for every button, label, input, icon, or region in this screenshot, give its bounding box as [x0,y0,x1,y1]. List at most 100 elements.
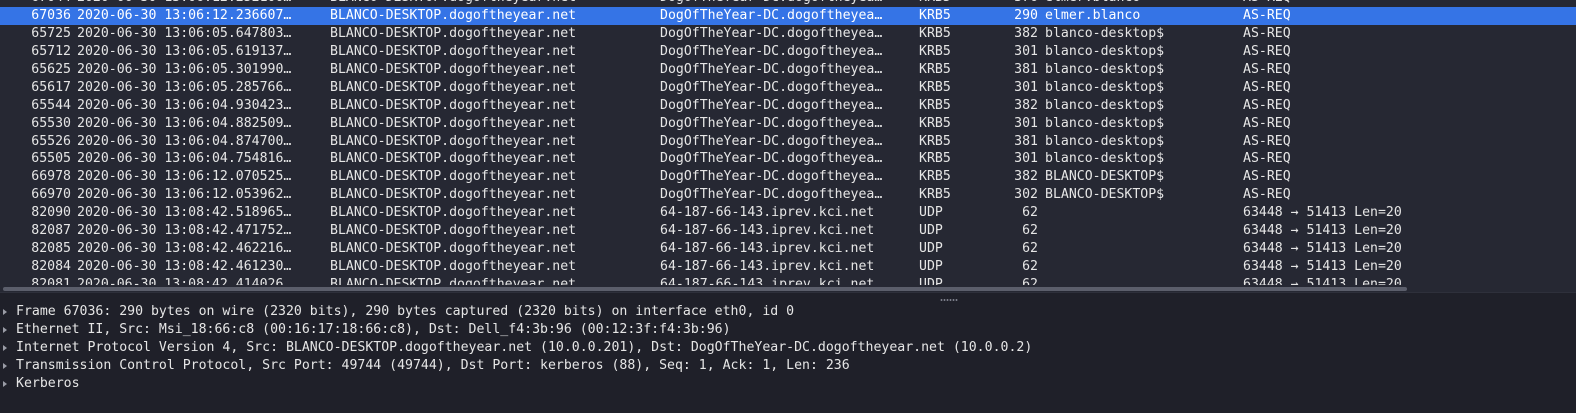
packet-number: 65617 [31,79,71,95]
detail-tree-label: Kerberos [16,376,80,391]
packet-source: BLANCO-DESKTOP.dogoftheyear.net [330,241,577,257]
packet-destination: DogOfTheYear-DC.dogoftheyea… [660,151,883,167]
chevron-right-icon[interactable] [3,345,7,351]
packet-username: blanco-desktop$ [1045,25,1165,41]
packet-destination: DogOfTheYear-DC.dogoftheyea… [660,115,883,131]
packet-username: blanco-desktop$ [1045,133,1165,149]
packet-destination: DogOfTheYear-DC.dogoftheyea… [660,187,883,203]
packet-number: 65526 [31,133,71,149]
packet-row[interactable]: 66970 2020-06-30 13:06:12.053962… BLANCO-D… [0,186,1576,204]
packet-time: 2020-06-30 13:08:42.461230… [77,259,292,275]
chevron-right-icon[interactable] [3,309,7,315]
packet-number: 65530 [31,115,71,131]
packet-number: 67044 [0,0,71,7]
detail-tree-item[interactable]: Transmission Control Protocol, Src Port:… [0,357,1576,375]
packet-source: BLANCO-DESKTOP.dogoftheyear.net [330,133,577,149]
chevron-right-icon[interactable] [3,381,7,387]
packet-details[interactable]: Frame 67036: 290 bytes on wire (2320 bit… [0,303,1576,413]
packet-row[interactable]: 82087 2020-06-30 13:08:42.471752… BLANCO-D… [0,222,1576,240]
packet-destination: 64-187-66-143.iprev.kci.net [660,241,875,257]
splitter-grip-icon[interactable] [940,299,958,301]
packet-time: 2020-06-30 13:06:04.930423… [77,97,292,113]
packet-row[interactable]: 65625 2020-06-30 13:06:05.301990… BLANCO-D… [0,61,1576,79]
packet-length: 62 [1022,223,1038,239]
packet-source: BLANCO-DESKTOP.dogoftheyear.net [330,169,577,185]
packet-destination: 64-187-66-143.iprev.kci.net [660,223,875,239]
packet-number: 65725 [31,25,71,41]
packet-destination: 64-187-66-143.iprev.kci.net [660,259,875,275]
packet-source: BLANCO-DESKTOP.dogoftheyear.net [330,115,577,131]
packet-row[interactable]: 66978 2020-06-30 13:06:12.070525… BLANCO-D… [0,168,1576,186]
packet-source: BLANCO-DESKTOP.dogoftheyear.net [330,259,577,275]
packet-username: BLANCO-DESKTOP$ [1045,187,1165,203]
detail-tree-item[interactable]: Internet Protocol Version 4, Src: BLANCO… [0,339,1576,357]
packet-number: 82084 [31,259,71,275]
packet-row[interactable]: 82090 2020-06-30 13:08:42.518965… BLANCO-D… [0,204,1576,222]
packet-time: 2020-06-30 13:08:42.518965… [77,205,292,221]
scrollbar-thumb[interactable] [3,287,1407,291]
packet-length: 62 [1022,259,1038,275]
packet-length: 301 [1014,43,1038,59]
packet-info: 63448 → 51413 Len=20 [1243,223,1402,239]
packet-source: BLANCO-DESKTOP.dogoftheyear.net [330,223,577,239]
packet-row[interactable]: 65617 2020-06-30 13:06:05.285766… BLANCO-D… [0,79,1576,97]
packet-length: 382 [1014,97,1038,113]
packet-username: blanco-desktop$ [1045,61,1165,77]
packet-info: AS-REQ [1243,7,1291,23]
horizontal-scrollbar[interactable] [0,285,1576,292]
packet-list[interactable]: 67044 2020-06-30 13:06:12.252100… BLANCO-D… [0,0,1576,292]
chevron-right-icon[interactable] [3,363,7,369]
packet-number: 66970 [31,187,71,203]
packet-time: 2020-06-30 13:06:05.301990… [77,61,292,77]
packet-source: BLANCO-DESKTOP.dogoftheyear.net [330,205,577,221]
packet-info: AS-REQ [1243,79,1291,95]
packet-row[interactable]: 65526 2020-06-30 13:06:04.874700… BLANCO-D… [0,133,1576,151]
detail-tree-item[interactable]: Kerberos [0,375,1576,393]
packet-time: 2020-06-30 13:06:04.874700… [77,133,292,149]
packet-destination: DogOfTheYear-DC.dogoftheyea… [660,7,883,23]
packet-time: 2020-06-30 13:06:12.236607… [77,7,292,23]
packet-destination: DogOfTheYear-DC.dogoftheyea… [660,79,883,95]
packet-row[interactable]: 65530 2020-06-30 13:06:04.882509… BLANCO-D… [0,115,1576,133]
packet-destination: DogOfTheYear-DC.dogoftheyea… [660,25,883,41]
packet-length: 382 [1014,25,1038,41]
pane-splitter[interactable] [0,292,1576,303]
packet-destination: DogOfTheYear-DC.dogoftheyea… [660,61,883,77]
detail-tree-label: Ethernet II, Src: Msi_18:66:c8 (00:16:17… [16,322,731,337]
packet-row[interactable]: 65712 2020-06-30 13:06:05.619137… BLANCO-D… [0,43,1576,61]
packet-time: 2020-06-30 13:06:04.754816… [77,151,292,167]
packet-source: BLANCO-DESKTOP.dogoftheyear.net [330,25,577,41]
detail-tree-label: Frame 67036: 290 bytes on wire (2320 bit… [16,304,795,319]
packet-destination: DogOfTheYear-DC.dogoftheyea… [660,133,883,149]
packet-number: 82085 [31,241,71,257]
packet-length: 62 [1022,205,1038,221]
packet-number: 65625 [31,61,71,77]
packet-time: 2020-06-30 13:08:42.462216… [77,241,292,257]
packet-row[interactable]: 65505 2020-06-30 13:06:04.754816… BLANCO-D… [0,150,1576,168]
packet-row[interactable]: 67044 2020-06-30 13:06:12.252100… BLANCO-D… [0,0,1576,7]
packet-info: AS-REQ [1243,133,1291,149]
packet-row[interactable]: 82085 2020-06-30 13:08:42.462216… BLANCO-D… [0,240,1576,258]
packet-username: blanco-desktop$ [1045,151,1165,167]
packet-username: elmer.blanco [1045,7,1141,23]
packet-source: BLANCO-DESKTOP.dogoftheyear.net [330,151,577,167]
packet-row[interactable]: 67036 2020-06-30 13:06:12.236607… BLANCO-D… [0,6,1576,25]
packet-length: 381 [1014,61,1038,77]
packet-source: BLANCO-DESKTOP.dogoftheyear.net [330,43,577,59]
detail-tree-item[interactable]: Frame 67036: 290 bytes on wire (2320 bit… [0,303,1576,321]
packet-row[interactable]: 65544 2020-06-30 13:06:04.930423… BLANCO-D… [0,97,1576,115]
packet-length: 301 [1014,79,1038,95]
detail-tree-item[interactable]: Ethernet II, Src: Msi_18:66:c8 (00:16:17… [0,321,1576,339]
packet-row[interactable]: 82084 2020-06-30 13:08:42.461230… BLANCO-D… [0,258,1576,276]
packet-row[interactable]: 65725 2020-06-30 13:06:05.647803… BLANCO-D… [0,25,1576,43]
chevron-right-icon[interactable] [3,327,7,333]
packet-length: 62 [1022,241,1038,257]
detail-tree-label: Transmission Control Protocol, Src Port:… [16,358,850,373]
packet-info: AS-REQ [1243,151,1291,167]
packet-info: AS-REQ [1243,169,1291,185]
packet-destination: DogOfTheYear-DC.dogoftheyea… [660,43,883,59]
packet-info: AS-REQ [1243,61,1291,77]
packet-destination: DogOfTheYear-DC.dogoftheyea… [660,97,883,113]
packet-length: 290 [1014,7,1038,23]
packet-time: 2020-06-30 13:08:42.471752… [77,223,292,239]
